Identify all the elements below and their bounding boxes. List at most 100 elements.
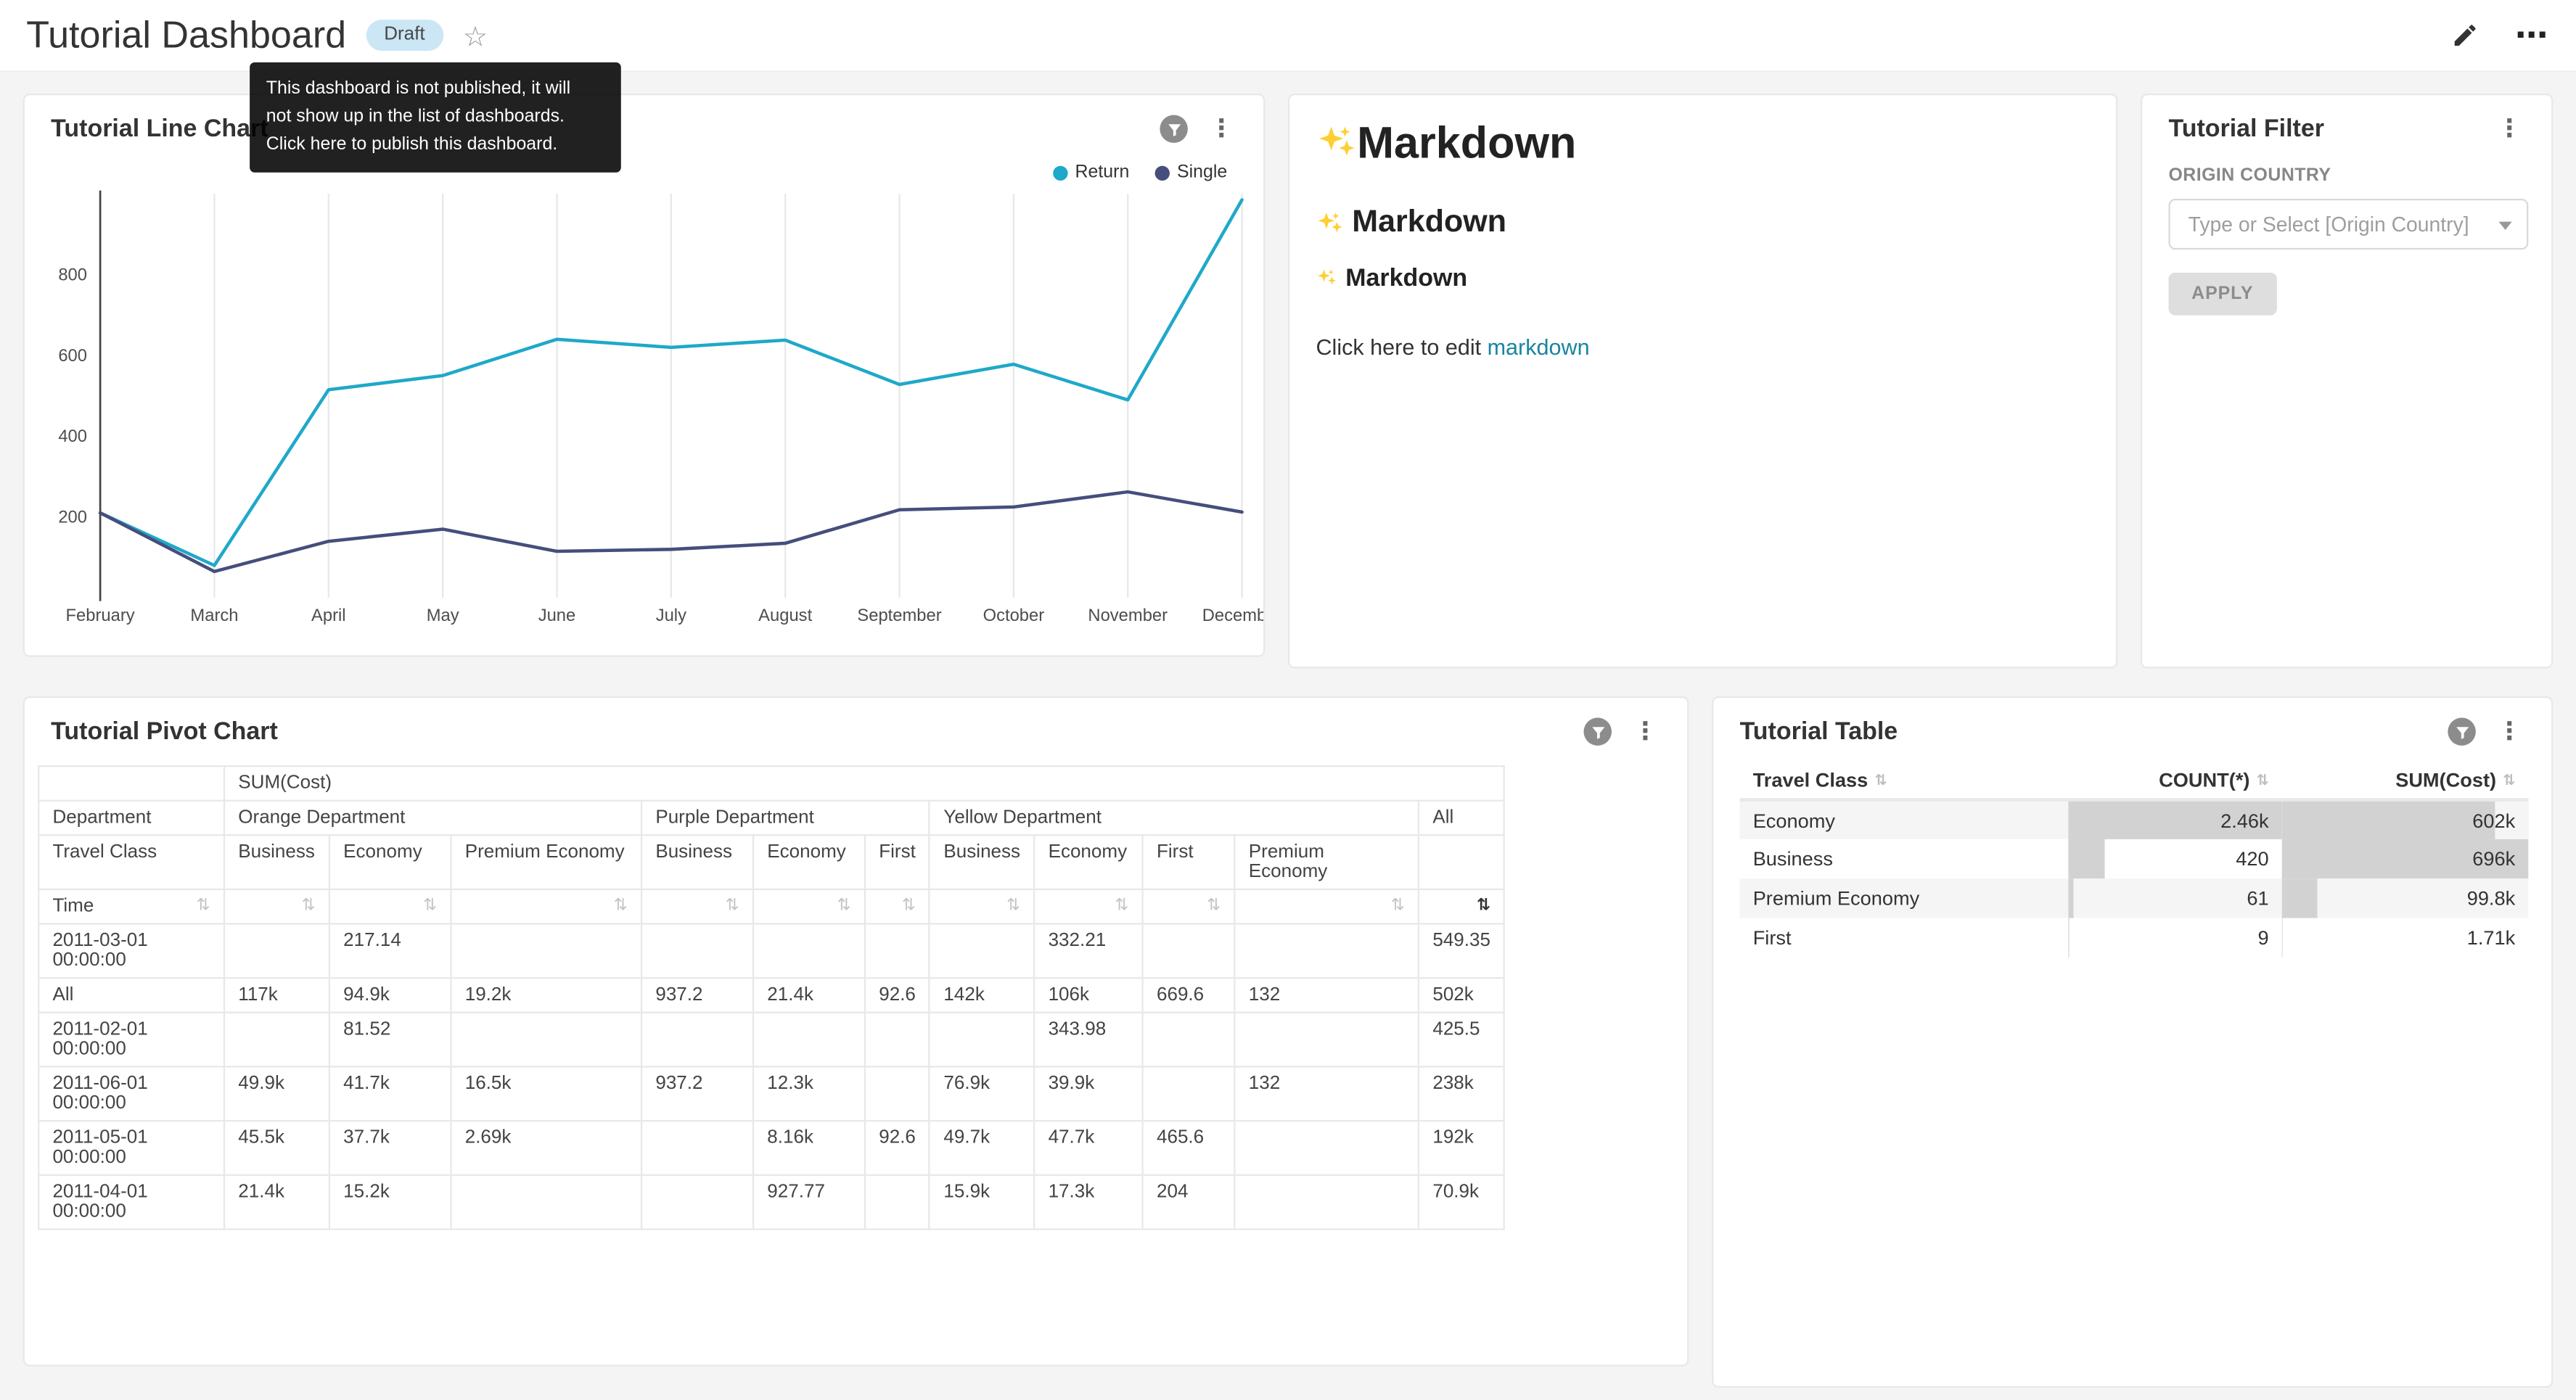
pivot-sort-cell: ⇅: [1034, 889, 1142, 924]
select-placeholder: Type or Select [Origin Country]: [2189, 213, 2469, 236]
pivot-row-label: 2011-03-01 00:00:00: [38, 924, 224, 979]
pivot-cell: 12.3k: [753, 1066, 865, 1121]
table-column-header[interactable]: COUNT(*)⇅: [2068, 762, 2281, 799]
pivot-col-header: [1419, 835, 1504, 889]
sort-icon[interactable]: ⇅: [1207, 897, 1221, 915]
markdown-h2: Markdown: [1316, 205, 2089, 242]
y-axis-label: 600: [58, 346, 87, 366]
filter-funnel-icon[interactable]: [1583, 717, 1611, 745]
pivot-cell: [641, 1013, 753, 1067]
sort-icon[interactable]: ⇅: [1006, 897, 1020, 915]
pivot-chart-card: Tutorial Pivot Chart ⋮ SUM(Cost)Departme…: [23, 696, 1689, 1367]
pivot-col-header: Business: [224, 835, 329, 889]
dashboard-header: Tutorial Dashboard Draft ☆ ⋯: [0, 0, 2576, 73]
pivot-row: All117k94.9k19.2k937.221.4k92.6142k106k6…: [38, 978, 1504, 1013]
sort-icon[interactable]: ⇅: [1391, 897, 1405, 915]
sort-icon[interactable]: ⇅: [726, 897, 739, 915]
pivot-cell: 92.6: [865, 1121, 930, 1175]
card-title: Tutorial Line Chart: [51, 115, 268, 142]
pivot-cell: 192k: [1419, 1121, 1504, 1175]
pivot-cell: 106k: [1034, 978, 1142, 1013]
sort-icon[interactable]: ⇅: [197, 897, 210, 915]
pivot-sort-cell: ⇅: [1235, 889, 1419, 924]
table-column-header[interactable]: SUM(Cost)⇅: [2282, 762, 2529, 799]
sort-icon[interactable]: ⇅: [614, 897, 628, 915]
draft-badge[interactable]: Draft: [366, 20, 443, 52]
pivot-cell: 927.77: [753, 1175, 865, 1230]
header-actions: ⋯: [2451, 21, 2550, 49]
legend-item-single[interactable]: Single: [1156, 162, 1228, 182]
sort-icon[interactable]: ⇅: [1115, 897, 1129, 915]
legend-item-return[interactable]: Return: [1054, 162, 1129, 182]
card-title: Tutorial Pivot Chart: [51, 717, 278, 745]
pivot-sort-cell: ⇅: [865, 889, 930, 924]
cell-value: 2.46k: [2068, 800, 2281, 839]
pivot-cell: 343.98: [1034, 1013, 1142, 1067]
pivot-cell: 19.2k: [451, 978, 641, 1013]
pivot-measure-label: SUM(Cost): [224, 766, 1504, 801]
star-icon[interactable]: ☆: [463, 23, 488, 51]
pivot-sort-cell: ⇅: [753, 889, 865, 924]
more-menu-icon[interactable]: ⋯: [2515, 27, 2550, 44]
table-header-row: Travel Class⇅COUNT(*)⇅SUM(Cost)⇅: [1740, 762, 2529, 799]
pivot-cell: 502k: [1419, 978, 1504, 1013]
sort-icon[interactable]: ⇅: [837, 897, 851, 915]
cell-value: 61: [2068, 878, 2281, 918]
pivot-group-header: Purple Department: [641, 801, 930, 836]
pivot-col-header: Business: [641, 835, 753, 889]
pivot-cell: [930, 924, 1034, 979]
apply-button[interactable]: APPLY: [2168, 273, 2276, 316]
markdown-h3-text: Markdown: [1345, 265, 1467, 292]
pivot-cell: 76.9k: [930, 1066, 1034, 1121]
sort-icon[interactable]: ⇅: [902, 897, 916, 915]
edit-pencil-icon[interactable]: [2451, 21, 2479, 49]
paragraph-text: Click here to edit: [1316, 335, 1487, 360]
pivot-row-label: 2011-04-01 00:00:00: [38, 1175, 224, 1230]
sort-icon[interactable]: ⇅: [302, 897, 316, 915]
pivot-cell: 937.2: [641, 978, 753, 1013]
cell-value: 696k: [2282, 839, 2529, 878]
filter-funnel-icon[interactable]: [1160, 115, 1187, 142]
pivot-sort-cell: ⇅: [451, 889, 641, 924]
pivot-cell: 47.7k: [1034, 1121, 1142, 1175]
pivot-cell: 132: [1235, 978, 1419, 1013]
x-axis-label: October: [983, 606, 1045, 625]
tooltip-line: Click here to publish this dashboard.: [266, 131, 604, 160]
kebab-menu-icon[interactable]: ⋮: [1630, 720, 1661, 744]
pivot-cell: [930, 1013, 1034, 1067]
publish-tooltip: This dashboard is not published, it will…: [250, 62, 621, 173]
table-row: Economy2.46k602k: [1740, 800, 2529, 839]
pivot-cell: 238k: [1419, 1066, 1504, 1121]
x-axis-label: August: [758, 606, 812, 625]
sort-icon[interactable]: ⇅: [423, 897, 437, 915]
sort-icon[interactable]: ⇅: [1477, 897, 1490, 915]
pivot-cell: [1143, 1066, 1235, 1121]
kebab-menu-icon[interactable]: ⋮: [2494, 720, 2525, 744]
card-header: Tutorial Pivot Chart ⋮: [25, 698, 1687, 746]
filter-card: Tutorial Filter ⋮ ORIGIN COUNTRY Type or…: [2141, 94, 2553, 668]
pivot-cell: [641, 924, 753, 979]
markdown-h1: Markdown: [1316, 118, 2089, 169]
card-actions: ⋮: [2448, 717, 2524, 745]
tooltip-line: not show up in the list of dashboards.: [266, 104, 604, 132]
pivot-cell: 70.9k: [1419, 1175, 1504, 1230]
pivot-cell: [1235, 1121, 1419, 1175]
x-axis-label: July: [656, 606, 686, 625]
table-row: Business420696k: [1740, 839, 2529, 878]
kebab-menu-icon[interactable]: ⋮: [1206, 117, 1237, 141]
pivot-row-label: 2011-02-01 00:00:00: [38, 1013, 224, 1067]
line-chart-svg[interactable]: FebruaryMarchAprilMayJuneJulyAugustSepte…: [25, 184, 1265, 638]
pivot-cell: [865, 1175, 930, 1230]
pivot-time-header: Time⇅: [38, 889, 224, 924]
kebab-menu-icon[interactable]: ⋮: [2494, 117, 2525, 141]
markdown-link[interactable]: markdown: [1488, 335, 1590, 360]
filter-funnel-icon[interactable]: [2448, 717, 2475, 745]
origin-country-select[interactable]: Type or Select [Origin Country]: [2168, 199, 2528, 250]
card-actions: ⋮: [1583, 717, 1660, 745]
pivot-cell: 37.7k: [329, 1121, 451, 1175]
table-column-header[interactable]: Travel Class⇅: [1740, 762, 2069, 799]
pivot-col-header: Economy: [1034, 835, 1142, 889]
pivot-col-dimension: Department: [38, 801, 224, 836]
cell-travel-class: Premium Economy: [1740, 878, 2069, 918]
pivot-cell: [753, 924, 865, 979]
